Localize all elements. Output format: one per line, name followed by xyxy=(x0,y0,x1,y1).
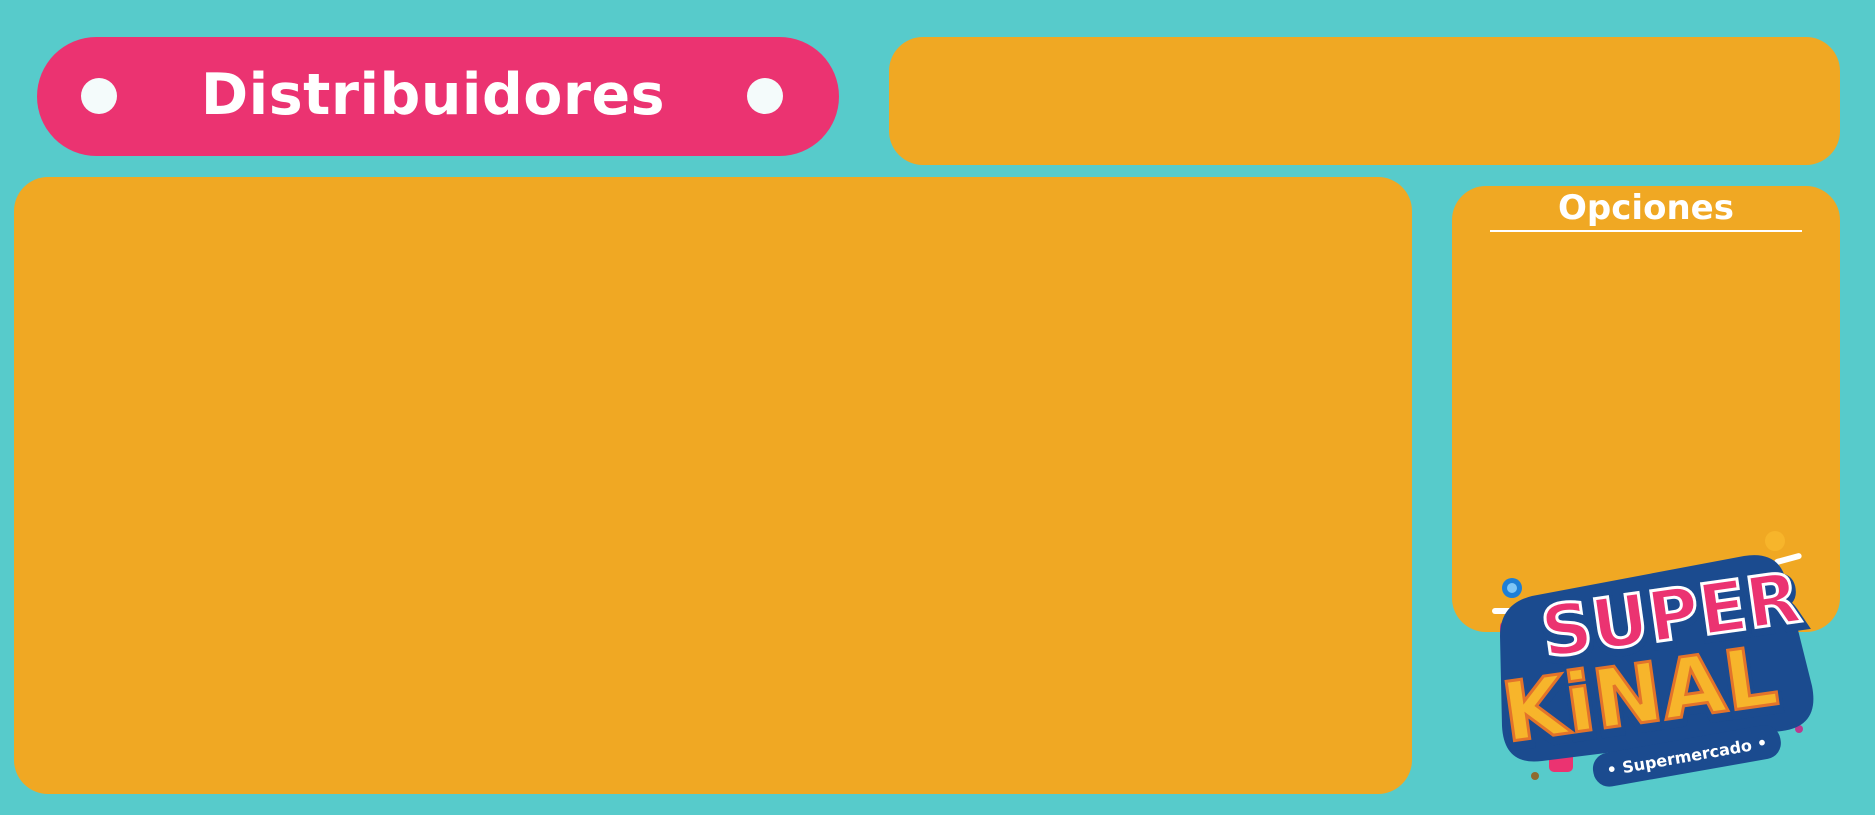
toolbar-panel xyxy=(889,37,1840,165)
super-kinal-logo: SUPER SUPER KiNAL KiNAL • Supermercado • xyxy=(1482,526,1832,796)
options-title: Opciones xyxy=(1558,188,1734,228)
page-title: Distribuidores xyxy=(200,61,666,128)
title-dot-right xyxy=(747,78,783,114)
content-panel xyxy=(14,177,1412,794)
options-divider xyxy=(1490,230,1802,232)
app-window: Distribuidores Opciones SUPER SUPER KiNA… xyxy=(0,0,1875,815)
title-dot-left xyxy=(81,78,117,114)
page-title-banner: Distribuidores xyxy=(37,37,839,156)
